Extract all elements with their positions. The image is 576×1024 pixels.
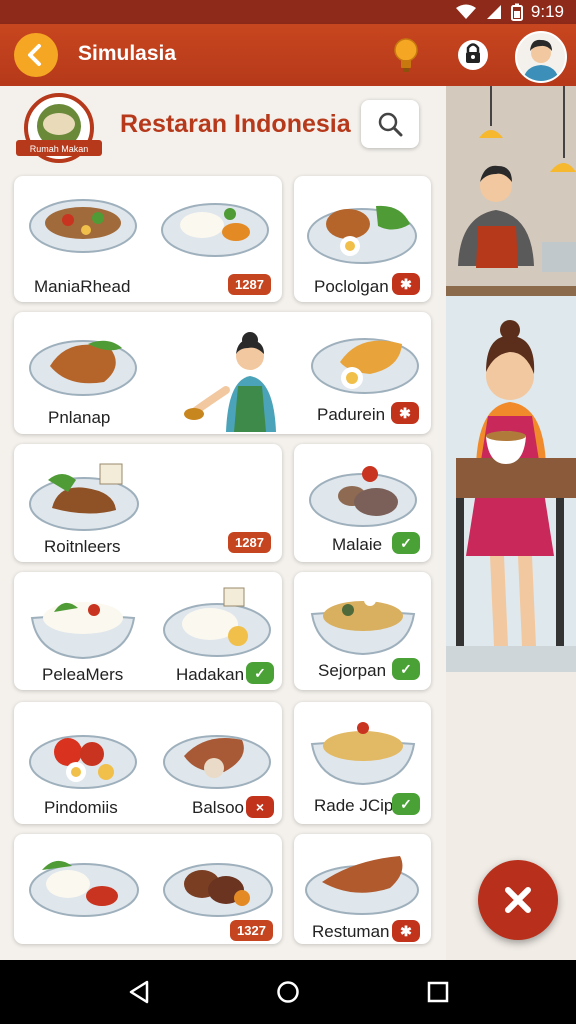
card-label: Restuman bbox=[312, 922, 390, 941]
card-label: Rade JCip bbox=[314, 796, 394, 815]
menu-card[interactable]: Restuman ✱ bbox=[294, 834, 431, 944]
food-plate-icon bbox=[305, 856, 419, 915]
menu-card[interactable]: Malaie ✓ bbox=[294, 444, 431, 562]
bowl-icon bbox=[30, 602, 136, 660]
food-plate-icon bbox=[29, 463, 139, 531]
arrow-left-icon bbox=[28, 44, 41, 66]
food-plate-icon bbox=[163, 735, 271, 789]
price-badge: 1327 bbox=[230, 920, 273, 941]
restaurant-illustration bbox=[446, 86, 576, 672]
app-title: Simulasia bbox=[78, 42, 177, 65]
wifi-icon bbox=[455, 4, 476, 19]
menu-card[interactable]: 1327 bbox=[14, 834, 282, 944]
snowflake-icon: ✱ bbox=[392, 273, 420, 295]
logo-text: Rumah Makan bbox=[30, 144, 89, 154]
recents-nav-icon[interactable] bbox=[427, 981, 449, 1003]
close-fab-button[interactable] bbox=[478, 860, 558, 940]
user-avatar[interactable] bbox=[515, 31, 567, 83]
search-icon bbox=[378, 112, 403, 137]
page-title: Restaran Indonesia bbox=[120, 110, 351, 138]
card-label: Pindomiis bbox=[44, 798, 118, 817]
menu-card[interactable]: ManiaRhead 1287 bbox=[14, 176, 282, 302]
waitress-illustration bbox=[184, 332, 276, 432]
search-button[interactable] bbox=[361, 100, 419, 148]
card-label: Balsoo bbox=[192, 798, 244, 817]
signal-icon bbox=[486, 5, 501, 19]
restaurant-logo: Rumah Makan bbox=[14, 92, 104, 168]
check-icon: ✓ bbox=[392, 658, 420, 680]
food-plate-icon bbox=[29, 199, 137, 253]
home-nav-icon[interactable] bbox=[276, 980, 300, 1004]
user-icon bbox=[523, 39, 559, 81]
bowl-icon bbox=[310, 594, 416, 656]
menu-card[interactable]: Sejorpan ✓ bbox=[294, 572, 431, 690]
menu-card[interactable]: Rade JCip ✓ bbox=[294, 702, 431, 824]
menu-card[interactable]: Pnlanap Padurein ✱ bbox=[14, 312, 431, 434]
app-bar: Simulasia bbox=[0, 24, 576, 86]
menu-card[interactable]: PeleaMers Hadakan ✓ bbox=[14, 572, 282, 690]
card-label: Hadakan bbox=[176, 665, 245, 684]
restaurant-scene bbox=[446, 86, 576, 672]
food-plate-icon bbox=[307, 205, 417, 264]
system-nav-bar bbox=[0, 960, 576, 1024]
check-icon: ✓ bbox=[246, 662, 274, 684]
price-badge: 1287 bbox=[228, 274, 271, 295]
card-label: Roitnleers bbox=[44, 537, 121, 556]
food-plate-icon bbox=[29, 735, 137, 789]
check-icon: ✓ bbox=[392, 532, 420, 554]
card-label: Malaie bbox=[332, 535, 383, 554]
close-icon: × bbox=[246, 796, 274, 818]
food-plate-icon bbox=[29, 860, 139, 917]
status-bar: 9:19 bbox=[0, 0, 576, 24]
food-plate-icon bbox=[309, 466, 417, 527]
food-plate-icon bbox=[163, 863, 273, 917]
back-button[interactable] bbox=[14, 33, 58, 77]
card-label: Poclolgan bbox=[314, 277, 389, 296]
card-label: ManiaRhead bbox=[34, 277, 131, 296]
price-badge: 1287 bbox=[228, 532, 271, 553]
card-label: Sejorpan bbox=[318, 661, 387, 680]
card-label: PeleaMers bbox=[42, 665, 124, 684]
food-plate-icon bbox=[311, 338, 419, 394]
menu-card[interactable]: Pindomiis Balsoo × bbox=[14, 702, 282, 824]
food-plate-icon bbox=[161, 203, 269, 257]
snowflake-icon: ✱ bbox=[391, 402, 419, 424]
lightbulb-icon[interactable] bbox=[390, 36, 422, 76]
snowflake-icon: ✱ bbox=[392, 920, 420, 942]
bowl-icon bbox=[310, 722, 416, 786]
card-label: Pnlanap bbox=[48, 408, 111, 427]
food-plate-icon bbox=[29, 340, 137, 396]
close-icon bbox=[505, 887, 531, 913]
check-icon: ✓ bbox=[392, 793, 420, 815]
lock-icon[interactable] bbox=[455, 36, 491, 72]
menu-card[interactable]: Poclolgan ✱ bbox=[294, 176, 431, 302]
status-time: 9:19 bbox=[530, 2, 564, 21]
battery-icon bbox=[510, 3, 523, 21]
back-nav-icon[interactable] bbox=[127, 980, 151, 1004]
menu-card[interactable]: Roitnleers 1287 bbox=[14, 444, 282, 562]
food-plate-icon bbox=[163, 587, 271, 657]
card-label: Padurein bbox=[317, 405, 386, 424]
